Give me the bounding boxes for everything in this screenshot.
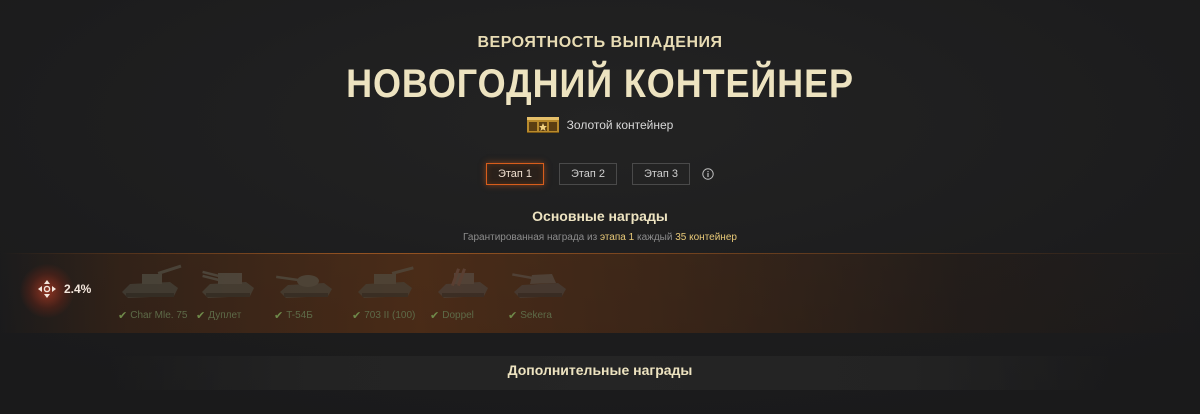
extra-rewards-title: Дополнительные награды — [507, 362, 693, 378]
main-rewards-title: Основные награды — [532, 208, 668, 224]
guarantee-text: Гарантированная награда из этапа 1 кажды… — [0, 232, 1200, 243]
tank-name: Char Mle. 75 — [130, 310, 188, 321]
check-icon: ✔ — [430, 310, 440, 322]
guarantee-prefix: Гарантированная награда из — [463, 232, 598, 243]
tank-card[interactable]: ✔ Doppel — [424, 258, 502, 328]
gold-chest-icon — [526, 117, 559, 133]
tank-label: ✔ Дуплет — [196, 309, 241, 322]
guarantee-middle: каждый — [636, 232, 673, 243]
tab-stage-1[interactable]: Этап 1 — [486, 163, 544, 185]
tank-label: ✔ Doppel — [430, 309, 474, 322]
check-icon: ✔ — [274, 310, 284, 322]
tank-card[interactable]: ✔ 703 II (100) — [346, 258, 424, 328]
tank-name: 703 II (100) — [364, 310, 416, 321]
tank-label: ✔ Char Mle. 75 — [118, 309, 187, 322]
tank-card[interactable]: ✔ Char Mle. 75 — [112, 258, 190, 328]
page-subtitle: ВЕРОЯТНОСТЬ ВЫПАДЕНИЯ — [477, 34, 723, 51]
check-icon: ✔ — [508, 310, 518, 322]
container-type-label: Золотой контейнер — [566, 118, 674, 132]
tank-label: ✔ 703 II (100) — [352, 309, 415, 322]
tank-icon — [438, 268, 488, 298]
tank-card[interactable]: ✔ Sekera — [502, 258, 580, 328]
check-icon: ✔ — [196, 310, 206, 322]
stage-tabs: Этап 1 Этап 2 Этап 3 — [0, 163, 1200, 185]
tank-list: ✔ Char Mle. 75 ✔ Дуплет ✔ T-54Б ✔ 703 II… — [112, 258, 580, 328]
page-title: НОВОГОДНИЙ КОНТЕЙНЕР — [346, 62, 854, 106]
tank-icon — [122, 264, 182, 298]
tank-card[interactable]: ✔ Дуплет — [190, 258, 268, 328]
guarantee-stage: этапа 1 — [599, 232, 635, 243]
tab-stage-3[interactable]: Этап 3 — [632, 163, 690, 185]
move-arrows-icon — [38, 280, 56, 298]
check-icon: ✔ — [352, 310, 362, 322]
probability-page: ВЕРОЯТНОСТЬ ВЫПАДЕНИЯ НОВОГОДНИЙ КОНТЕЙН… — [0, 0, 1200, 414]
tank-icon — [202, 270, 254, 298]
tank-label: ✔ Sekera — [508, 309, 552, 322]
container-type: Золотой контейнер — [0, 115, 1200, 135]
chance-value: 2.4% — [64, 282, 92, 296]
tank-name: T-54Б — [286, 310, 313, 321]
tank-icon — [358, 266, 414, 298]
tank-icon — [276, 275, 332, 298]
tank-name: Doppel — [442, 310, 474, 321]
tab-stage-2[interactable]: Этап 2 — [559, 163, 617, 185]
tank-card[interactable]: ✔ T-54Б — [268, 258, 346, 328]
info-icon[interactable] — [702, 168, 714, 180]
tank-icon — [512, 273, 566, 298]
check-icon: ✔ — [118, 310, 128, 322]
tank-name: Sekera — [520, 310, 552, 321]
drop-chance: 2.4% — [20, 264, 92, 318]
guarantee-count: 35 контейнер — [675, 232, 737, 243]
tank-label: ✔ T-54Б — [274, 309, 313, 322]
tank-name: Дуплет — [208, 310, 242, 321]
